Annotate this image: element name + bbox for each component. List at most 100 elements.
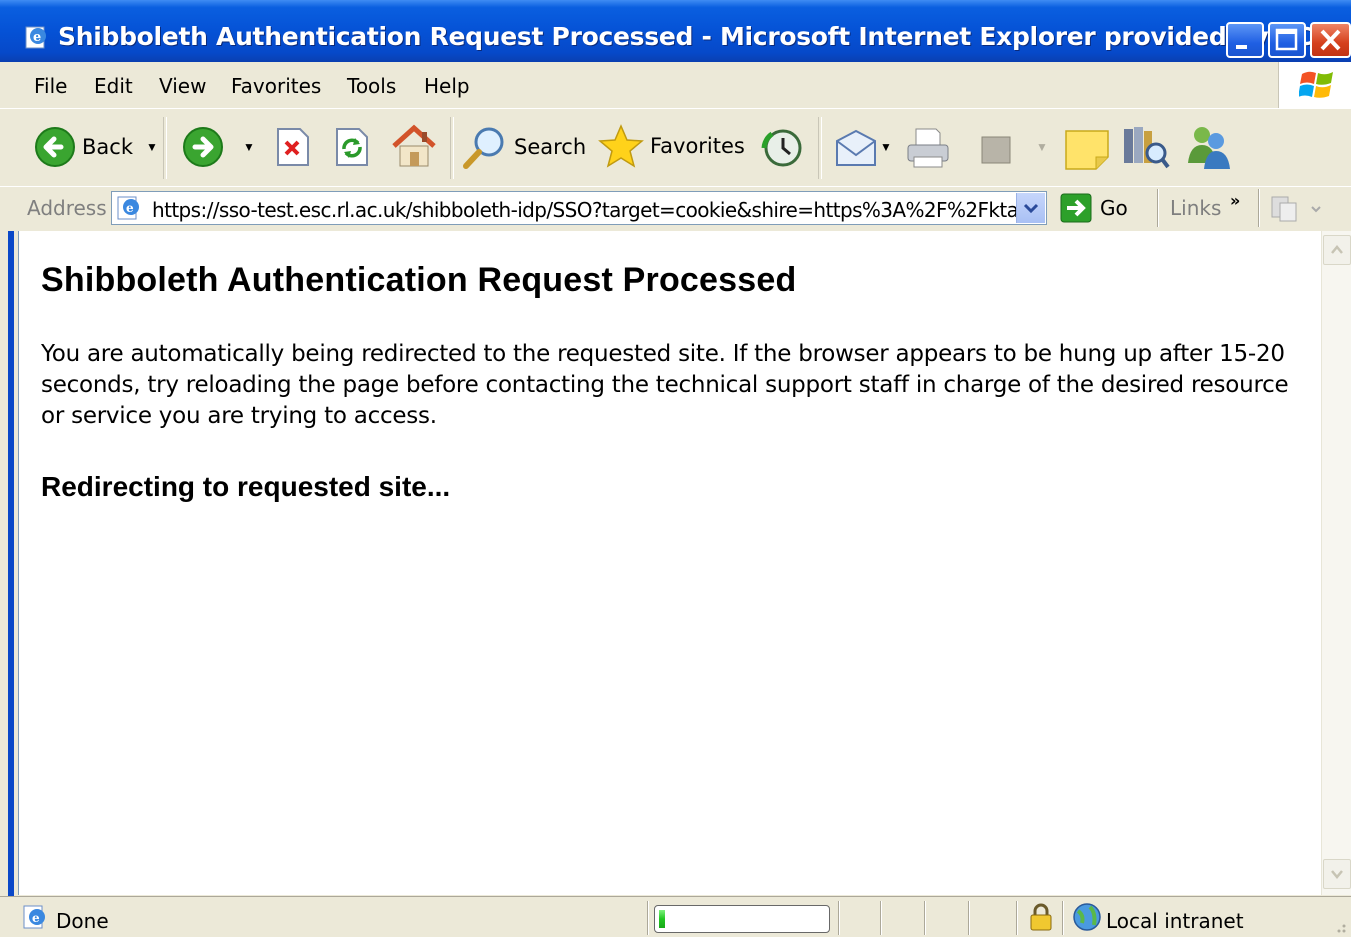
redirect-heading: Redirecting to requested site... (41, 471, 451, 502)
close-button[interactable] (1310, 22, 1351, 58)
back-label: Back (82, 135, 133, 159)
favorites-label: Favorites (650, 134, 745, 158)
address-url: https://sso-test.esc.rl.ac.uk/shibboleth… (152, 198, 1016, 222)
lock-icon[interactable] (1028, 902, 1054, 932)
menu-bar: File Edit View Favorites Tools Help (0, 62, 1351, 109)
toolbar-separator (450, 117, 454, 179)
menu-view[interactable]: View (159, 74, 206, 98)
back-dropdown-icon[interactable]: ▼ (146, 140, 158, 154)
edit-dropdown-icon[interactable]: ▼ (1036, 140, 1048, 154)
window-title: Shibboleth Authentication Request Proces… (58, 22, 1351, 51)
address-label: Address (27, 196, 107, 220)
go-button[interactable]: Go (1060, 193, 1128, 223)
menu-help[interactable]: Help (424, 74, 470, 98)
status-separator (968, 901, 970, 935)
mail-envelope-icon (836, 129, 876, 166)
chevron-up-icon (1331, 245, 1343, 254)
refresh-button[interactable] (333, 127, 371, 167)
minimize-button[interactable] (1226, 22, 1264, 58)
status-separator (647, 901, 649, 935)
print-button[interactable] (904, 125, 952, 171)
back-arrow-icon (35, 127, 75, 167)
address-bar: Address e https://sso-test.esc.rl.ac.uk/… (0, 186, 1351, 232)
messenger-people-icon (1188, 127, 1230, 169)
intranet-globe-icon (1073, 903, 1101, 931)
progress-fill (659, 910, 665, 928)
addressbar-separator (1157, 189, 1159, 227)
address-input[interactable]: e https://sso-test.esc.rl.ac.uk/shibbole… (111, 191, 1047, 225)
status-bar: e Done Local intranet (0, 896, 1351, 937)
menu-edit[interactable]: Edit (94, 74, 133, 98)
forward-arrow-icon (183, 127, 223, 167)
note-icon (1065, 130, 1109, 170)
menu-tools[interactable]: Tools (347, 74, 396, 98)
page-heading: Shibboleth Authentication Request Proces… (41, 261, 797, 299)
research-books-icon (1124, 127, 1170, 169)
title-bar[interactable]: e Shibboleth Authentication Request Proc… (0, 0, 1351, 62)
windows-logo-area (1278, 62, 1351, 108)
maximize-icon (1275, 28, 1298, 51)
search-label: Search (514, 135, 587, 159)
address-dropdown-button[interactable] (1016, 193, 1045, 223)
links-toolbar[interactable]: Links (1170, 196, 1221, 220)
messenger-button[interactable] (1182, 123, 1232, 171)
window-left-border (0, 231, 18, 937)
mail-dropdown-icon[interactable]: ▼ (880, 140, 892, 154)
status-separator (1016, 901, 1018, 935)
search-button[interactable]: Search (462, 124, 586, 170)
mail-button[interactable] (834, 129, 878, 169)
status-text: Done (56, 909, 109, 933)
security-zone-label: Local intranet (1106, 909, 1244, 933)
search-icon (463, 127, 504, 169)
page-body-text: You are automatically being redirected t… (41, 341, 1289, 429)
forward-button[interactable] (182, 126, 224, 168)
page-icon: e (117, 196, 139, 220)
addressbar-separator (1258, 189, 1260, 227)
status-separator (838, 901, 840, 935)
stop-icon (277, 128, 309, 166)
favorites-button[interactable]: Favorites (598, 123, 745, 169)
chevron-down-icon (1331, 870, 1343, 879)
resize-grip-icon[interactable] (1328, 913, 1348, 935)
vertical-scrollbar[interactable] (1321, 231, 1351, 895)
scroll-up-button[interactable] (1323, 235, 1351, 265)
windows-logo-icon (1299, 71, 1333, 98)
svg-text:e: e (126, 201, 134, 215)
page-done-icon: e (23, 905, 45, 929)
ie-page-icon: e (25, 26, 46, 49)
toolbar-separator (818, 117, 822, 179)
minimize-icon (1236, 45, 1247, 49)
edit-document-icon (981, 136, 1011, 164)
status-separator (1062, 901, 1064, 935)
favorites-star-icon (598, 124, 644, 168)
maximize-button[interactable] (1268, 22, 1306, 58)
menu-favorites[interactable]: Favorites (231, 74, 321, 98)
progress-bar (654, 905, 830, 933)
history-button[interactable] (760, 126, 804, 170)
forward-dropdown-icon[interactable]: ▼ (243, 140, 255, 154)
translate-icon[interactable] (1270, 195, 1322, 223)
home-icon (392, 124, 436, 167)
close-icon (1320, 29, 1341, 51)
edit-button[interactable] (980, 135, 1014, 165)
scroll-down-button[interactable] (1323, 859, 1351, 889)
chevron-down-icon (1023, 203, 1039, 214)
svg-text:e: e (33, 30, 41, 45)
history-clock-icon (761, 129, 802, 167)
status-separator (880, 901, 882, 935)
research-button[interactable] (1120, 123, 1170, 171)
go-arrow-icon (1060, 193, 1092, 223)
toolbar-separator (163, 117, 167, 179)
home-button[interactable] (391, 124, 437, 170)
page-content: Shibboleth Authentication Request Proces… (18, 231, 1321, 895)
stop-button[interactable] (274, 127, 312, 167)
browser-window: e Shibboleth Authentication Request Proc… (0, 0, 1351, 937)
links-chevron-icon[interactable]: » (1230, 191, 1240, 210)
printer-icon (907, 128, 949, 168)
back-button[interactable]: Back (34, 126, 133, 168)
svg-text:e: e (32, 911, 40, 925)
standard-toolbar: Back ▼ ▼ Search Favorites ▼ ▼ (0, 108, 1351, 188)
discuss-button[interactable] (1064, 127, 1110, 171)
go-label: Go (1100, 196, 1128, 220)
menu-file[interactable]: File (34, 74, 67, 98)
